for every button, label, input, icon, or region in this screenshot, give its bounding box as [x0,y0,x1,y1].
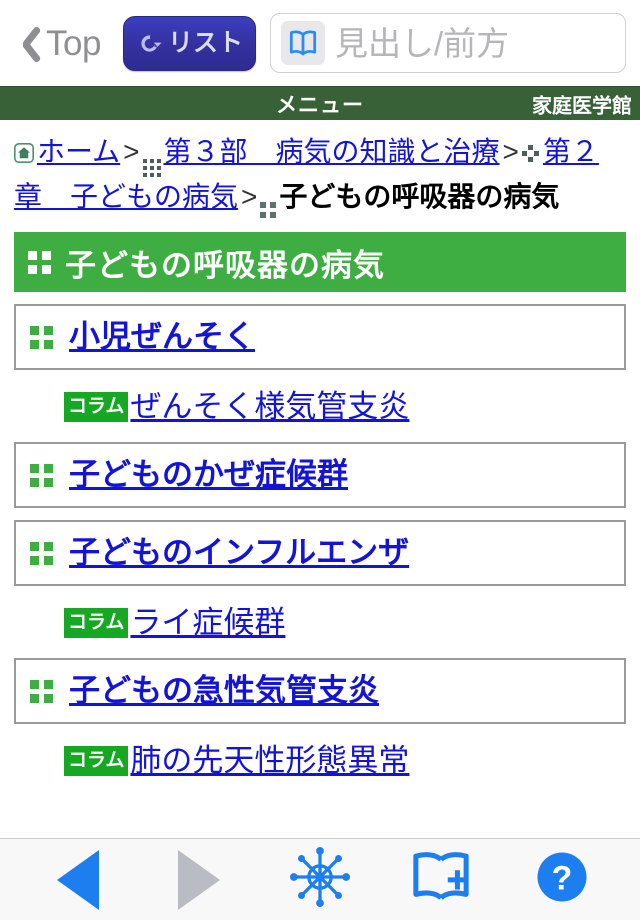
triangle-left-icon [57,849,99,910]
entry-link[interactable]: 子どものかぜ症候群 [69,456,348,493]
breadcrumb-item-1[interactable]: 第３部 病気の知識と治療 [164,136,500,167]
entry-link[interactable]: 小児ぜんそく [69,318,255,355]
search-input[interactable]: 見出し/前方 [269,13,626,73]
list-item[interactable]: コラム 肺の先天性形態異常 [14,738,626,784]
list-button[interactable]: リスト [122,15,256,71]
search-placeholder-text: 見出し/前方 [334,26,510,60]
status-badge: コラム [64,392,129,422]
dictionary-name-label: 家庭医学館 [532,95,632,117]
home-icon[interactable] [14,134,34,175]
list-item[interactable]: 小児ぜんそく [14,304,626,370]
top-navigation-bar: Top リスト 見出し/前方 [0,0,640,86]
grid-2x2-icon [260,202,277,218]
help-button[interactable]: ? [520,845,604,915]
grid-2x2-icon [30,679,53,703]
grid-3x3-icon[interactable] [142,159,161,177]
book-plus-icon [408,848,474,911]
back-button[interactable] [36,845,120,915]
forward-button [157,845,241,915]
menu-bar[interactable]: メニュー 家庭医学館 [0,86,640,120]
return-arrow-icon [136,30,162,56]
diamond-dots-icon[interactable] [521,145,540,163]
grid-2x2-icon [30,463,53,487]
entry-link[interactable]: ライ症候群 [130,604,285,641]
bottom-toolbar: ? [0,838,640,920]
breadcrumb-item-current: 子どもの呼吸器の病気 [279,181,560,212]
add-bookmark-button[interactable] [399,845,483,915]
svg-text:?: ? [552,859,573,897]
breadcrumb-separator-2: > [241,181,258,212]
back-to-top-button[interactable]: Top [14,23,107,63]
list-item[interactable]: 子どものかぜ症候群 [14,442,626,508]
entry-link[interactable]: 子どもの急性気管支炎 [69,672,379,709]
triangle-right-icon [178,849,220,910]
helm-button[interactable] [278,845,362,915]
breadcrumb: ホーム > 第３部 病気の知識と治療 > 第２章 子どもの病気 > 子どもの呼吸器の病気 [0,120,640,224]
menu-label[interactable]: メニュー [276,89,364,119]
entry-link[interactable]: ぜんそく様気管支炎 [130,388,409,425]
list-item[interactable]: 子どものインフルエンザ [14,520,626,586]
grid-2x2-icon [30,325,53,349]
grid-2x2-icon [28,250,51,274]
breadcrumb-item-0[interactable]: ホーム [37,136,120,167]
question-mark-icon: ? [534,849,590,910]
list-item[interactable]: コラム ぜんそく様気管支炎 [14,384,626,430]
breadcrumb-separator-0: > [123,136,140,167]
entry-link[interactable]: 肺の先天性形態異常 [130,742,409,779]
section-header: 子どもの呼吸器の病気 [14,232,626,292]
list-item[interactable]: コラム ライ症候群 [14,600,626,646]
ship-wheel-icon [289,846,351,913]
open-book-icon[interactable] [280,21,325,65]
chevron-left-icon [14,23,40,63]
list-item[interactable]: 子どもの急性気管支炎 [14,658,626,724]
status-badge: コラム [64,746,129,776]
back-button-label: Top [46,23,101,63]
content-area: ホーム > 第３部 病気の知識と治療 > 第２章 子どもの病気 > 子どもの呼吸器の病気 子… [0,120,640,920]
grid-2x2-icon [30,541,53,565]
breadcrumb-separator-1: > [502,136,519,167]
list-button-label: リスト [167,28,243,57]
status-badge: コラム [64,608,129,638]
app-screen: Top リスト 見出し/前方 メニュー 家庭医学館 ホーム > 第３部 病気の知… [0,0,640,920]
page-title: 子どもの呼吸器の病気 [65,247,385,283]
entry-link[interactable]: 子どものインフルエンザ [69,534,409,571]
